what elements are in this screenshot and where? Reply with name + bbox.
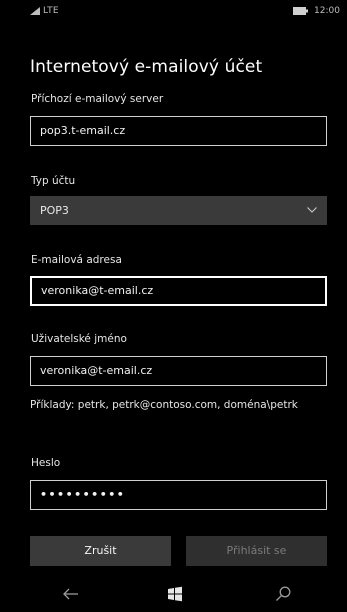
email-input[interactable]: veronika@t-email.cz [30, 276, 327, 306]
search-icon[interactable] [274, 585, 292, 603]
status-bar: LTE 12:00 [0, 0, 347, 22]
password-label: Heslo [31, 457, 61, 469]
battery-icon [293, 7, 308, 15]
account-type-select[interactable]: POP3 [30, 196, 327, 225]
username-input[interactable]: veronika@t-email.cz [30, 356, 327, 386]
signal-icon [30, 7, 40, 15]
username-hint: Příklady: petrk, petrk@contoso.com, domé… [30, 399, 298, 411]
incoming-server-input[interactable]: pop3.t-email.cz [30, 116, 327, 146]
account-type-value: POP3 [40, 204, 69, 217]
cancel-button[interactable]: Zrušit [30, 536, 171, 566]
back-icon[interactable] [62, 585, 80, 603]
windows-icon[interactable] [166, 585, 184, 603]
network-label: LTE [43, 6, 59, 16]
navigation-bar [0, 576, 347, 612]
page-title: Internetový e-mailový účet [30, 57, 263, 77]
password-input[interactable]: •••••••••• [30, 480, 327, 510]
account-type-label: Typ účtu [31, 175, 76, 187]
incoming-server-label: Příchozí e-mailový server [31, 93, 164, 105]
username-label: Uživatelské jméno [31, 333, 127, 345]
email-label: E-mailová adresa [31, 254, 122, 266]
clock: 12:00 [314, 6, 340, 16]
chevron-down-icon [307, 207, 317, 213]
sign-in-button[interactable]: Přihlásit se [186, 536, 327, 566]
